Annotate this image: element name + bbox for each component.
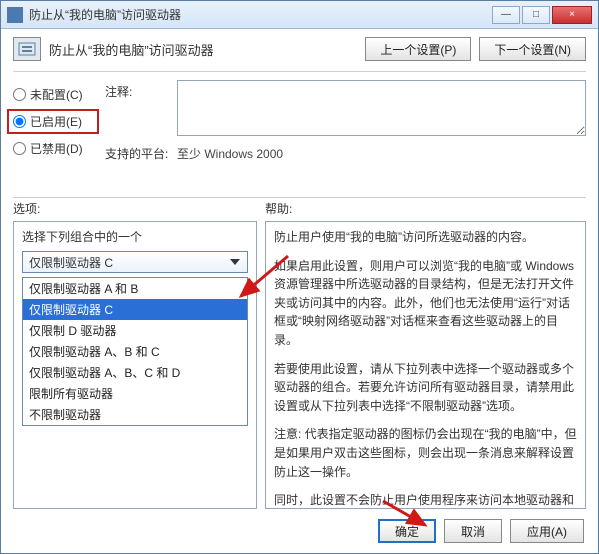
help-paragraph: 同时，此设置不会防止用户使用程序来访问本地驱动器和网络驱动器，也不会防止他们使用… — [274, 491, 577, 509]
state-radios: 未配置(C) 已启用(E) 已禁用(D) — [13, 80, 93, 191]
header-row: 防止从“我的电脑”访问驱动器 上一个设置(P) 下一个设置(N) — [1, 29, 598, 69]
radio-enabled[interactable]: 已启用(E) — [7, 109, 99, 134]
radio-not-configured[interactable]: 未配置(C) — [13, 86, 93, 103]
divider — [13, 197, 586, 198]
upper-area: 未配置(C) 已启用(E) 已禁用(D) 注释: 支持的平台: 至少 Windo… — [1, 74, 598, 195]
options-panel: 选择下列组合中的一个 仅限制驱动器 C 仅限制驱动器 A 和 B 仅限制驱动器 … — [13, 221, 257, 509]
header-title: 防止从“我的电脑”访问驱动器 — [49, 40, 357, 59]
platform-value: 至少 Windows 2000 — [177, 142, 586, 165]
cancel-button[interactable]: 取消 — [444, 519, 502, 543]
list-item[interactable]: 不限制驱动器 — [23, 404, 247, 425]
policy-icon — [13, 37, 41, 61]
help-panel: 防止用户使用“我的电脑”访问所选驱动器的内容。 如果启用此设置，则用户可以浏览“… — [265, 221, 586, 509]
platform-label: 支持的平台: — [105, 142, 169, 162]
lower-area: 选择下列组合中的一个 仅限制驱动器 C 仅限制驱动器 A 和 B 仅限制驱动器 … — [1, 221, 598, 509]
options-label: 选项: — [13, 200, 265, 217]
previous-setting-button[interactable]: 上一个设置(P) — [365, 37, 471, 61]
radio-enabled-label: 已启用(E) — [30, 113, 82, 130]
radio-not-configured-input[interactable] — [13, 88, 26, 101]
close-button[interactable]: × — [552, 6, 592, 24]
help-label: 帮助: — [265, 200, 292, 217]
radio-disabled-input[interactable] — [13, 142, 26, 155]
list-item[interactable]: 仅限制 D 驱动器 — [23, 320, 247, 341]
divider — [13, 71, 586, 72]
apply-button[interactable]: 应用(A) — [510, 519, 584, 543]
radio-enabled-input[interactable] — [13, 115, 26, 128]
maximize-button[interactable]: □ — [522, 6, 550, 24]
window-title: 防止从“我的电脑”访问驱动器 — [29, 6, 492, 23]
restriction-combobox[interactable]: 仅限制驱动器 C — [22, 251, 248, 273]
radio-disabled-label: 已禁用(D) — [30, 140, 83, 157]
help-paragraph: 若要使用此设置，请从下拉列表中选择一个驱动器或多个驱动器的组合。若要允许访问所有… — [274, 360, 577, 416]
help-paragraph: 注意: 代表指定驱动器的图标仍会出现在“我的电脑”中，但是如果用户双击这些图标，… — [274, 425, 577, 481]
combobox-value: 仅限制驱动器 C — [29, 254, 113, 271]
comment-label: 注释: — [105, 80, 169, 100]
ok-button[interactable]: 确定 — [378, 519, 436, 543]
list-item[interactable]: 仅限制驱动器 A、B 和 C — [23, 341, 247, 362]
list-item[interactable]: 仅限制驱动器 A 和 B — [23, 278, 247, 299]
options-caption: 选择下列组合中的一个 — [14, 222, 256, 249]
help-paragraph: 如果启用此设置，则用户可以浏览“我的电脑”或 Windows 资源管理器中所选驱… — [274, 257, 577, 350]
comment-textarea[interactable] — [177, 80, 586, 136]
help-paragraph: 防止用户使用“我的电脑”访问所选驱动器的内容。 — [274, 228, 577, 247]
chevron-down-icon — [227, 255, 243, 269]
list-item[interactable]: 仅限制驱动器 A、B、C 和 D — [23, 362, 247, 383]
radio-not-configured-label: 未配置(C) — [30, 86, 83, 103]
restriction-listbox[interactable]: 仅限制驱动器 A 和 B 仅限制驱动器 C 仅限制 D 驱动器 仅限制驱动器 A… — [22, 277, 248, 426]
dialog-window: 防止从“我的电脑”访问驱动器 — □ × 防止从“我的电脑”访问驱动器 上一个设… — [0, 0, 599, 554]
minimize-button[interactable]: — — [492, 6, 520, 24]
radio-disabled[interactable]: 已禁用(D) — [13, 140, 93, 157]
list-item[interactable]: 限制所有驱动器 — [23, 383, 247, 404]
next-setting-button[interactable]: 下一个设置(N) — [479, 37, 586, 61]
titlebar[interactable]: 防止从“我的电脑”访问驱动器 — □ × — [1, 1, 598, 29]
footer: 确定 取消 应用(A) — [1, 509, 598, 553]
section-labels: 选项: 帮助: — [1, 200, 598, 221]
app-icon — [7, 7, 23, 23]
list-item[interactable]: 仅限制驱动器 C — [23, 299, 247, 320]
